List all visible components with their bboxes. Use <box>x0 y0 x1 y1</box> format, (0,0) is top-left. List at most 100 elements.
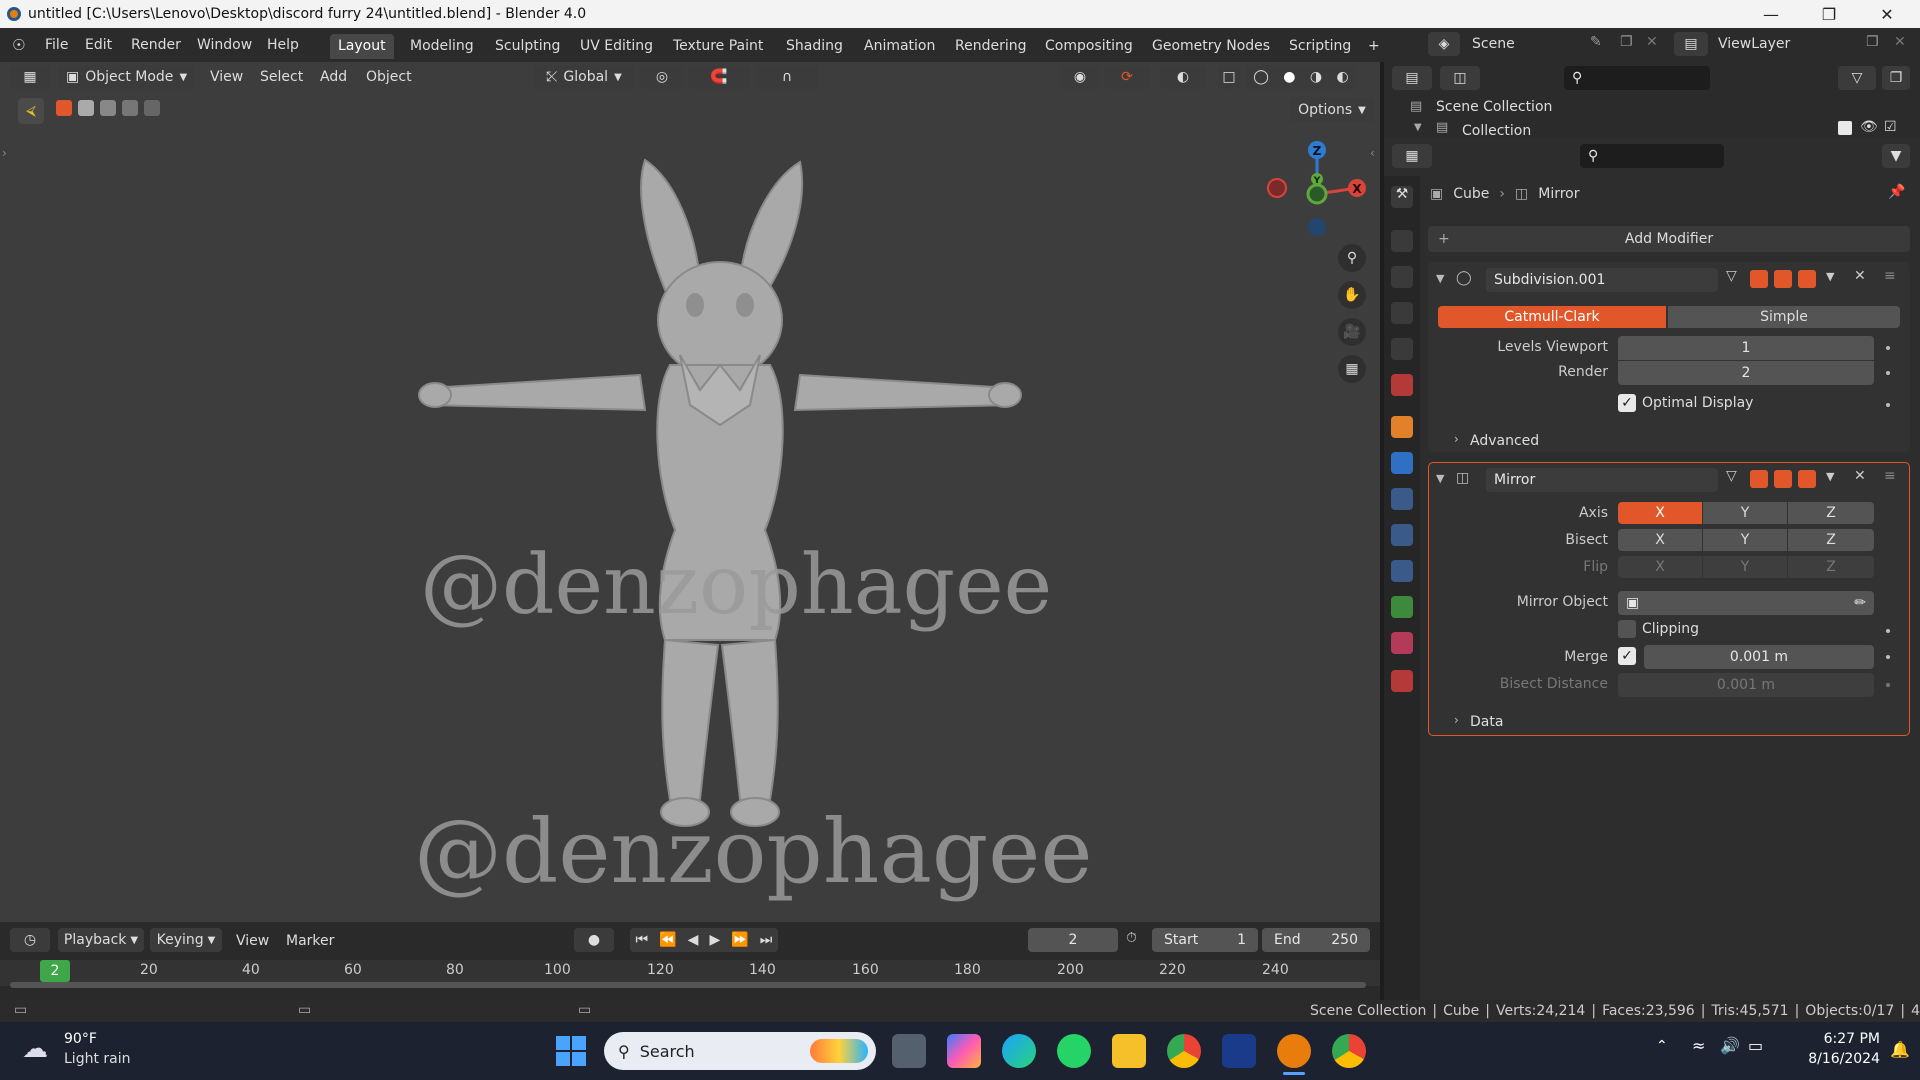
bisect-distance-field[interactable]: 0.001 m <box>1618 673 1874 697</box>
remove-viewlayer-icon[interactable]: ✕ <box>1894 34 1906 50</box>
drag-handle-icon[interactable]: ≡ <box>1884 468 1896 484</box>
edge-icon[interactable] <box>1002 1034 1036 1068</box>
notification-bell-icon[interactable]: 🔔 <box>1890 1040 1910 1059</box>
current-frame-field[interactable]: 2 <box>1028 928 1118 952</box>
particles-tab-icon[interactable] <box>1391 488 1413 510</box>
keyframe-dot[interactable] <box>1886 346 1890 350</box>
weather-desc[interactable]: Light rain <box>64 1051 131 1067</box>
on-cage-icon[interactable]: ▽ <box>1726 468 1737 484</box>
character-model[interactable] <box>400 150 1040 850</box>
neg-x-axis-icon[interactable] <box>1267 178 1287 198</box>
close-button[interactable]: ✕ <box>1864 0 1910 28</box>
show-hidden-icons[interactable]: ⌃ <box>1656 1038 1668 1054</box>
chrome-icon[interactable] <box>1167 1034 1201 1068</box>
axis-x-toggle[interactable]: X <box>1618 502 1702 524</box>
scene-collection-label[interactable]: Scene Collection <box>1436 99 1552 115</box>
modifier-tab-icon[interactable] <box>1391 452 1413 474</box>
volume-icon[interactable]: 🔊 <box>1720 1036 1740 1055</box>
minimize-button[interactable]: — <box>1748 0 1794 28</box>
collapse-icon[interactable]: ▼ <box>1436 272 1444 285</box>
capcut-icon[interactable] <box>1222 1034 1256 1068</box>
select-invert-icon[interactable] <box>122 100 138 116</box>
keyframe-dot[interactable] <box>1886 403 1890 407</box>
keyframe-dot[interactable] <box>1886 655 1890 659</box>
output-tab-icon[interactable] <box>1391 266 1413 288</box>
pin-scene-icon[interactable]: ✎ <box>1590 34 1602 50</box>
filter-icon[interactable]: ▽ <box>1838 66 1876 90</box>
rendered-shading-icon[interactable]: ◐ <box>1337 69 1349 85</box>
remove-modifier-icon[interactable]: ✕ <box>1854 468 1866 484</box>
world-tab-icon[interactable] <box>1391 374 1413 396</box>
keying-dropdown[interactable]: Keying ▼ <box>150 928 222 952</box>
viewport-menu-object[interactable]: Object <box>362 66 416 88</box>
properties-editor-type-icon[interactable]: ▦ <box>1392 144 1432 168</box>
outliner-editor-type-icon[interactable]: ▤ <box>1392 66 1432 90</box>
edit-mode-toggle-icon[interactable] <box>1750 270 1768 288</box>
collection-expand-icon[interactable]: ▼ <box>1414 122 1422 133</box>
select-extend-icon[interactable] <box>78 100 94 116</box>
timeline-menu-marker[interactable]: Marker <box>282 930 338 952</box>
menu-help[interactable]: Help <box>260 34 306 56</box>
options-dropdown[interactable]: Options ▼ <box>1290 98 1374 122</box>
tab-modeling[interactable]: Modeling <box>402 34 482 59</box>
snap-icon[interactable]: 🧲 <box>688 65 750 89</box>
viewlayer-browse-icon[interactable]: ▤ <box>1674 32 1708 56</box>
remove-scene-icon[interactable]: ✕ <box>1646 34 1658 50</box>
properties-search-input[interactable]: ⚲ <box>1580 144 1724 168</box>
whatsapp-icon[interactable] <box>1057 1034 1091 1068</box>
mirror-object-field[interactable]: ▣ ✏ <box>1618 591 1874 615</box>
data-subpanel[interactable]: Data <box>1470 714 1503 730</box>
tool-tab-icon[interactable]: ⚒ <box>1391 186 1413 208</box>
weather-cloud-icon[interactable]: ☁ <box>22 1034 48 1064</box>
transform-orientation-dropdown[interactable]: ⤪ Global ▼ <box>534 65 634 89</box>
physics-tab-icon[interactable] <box>1391 524 1413 546</box>
bisect-x-toggle[interactable]: X <box>1618 529 1702 551</box>
clipping-label[interactable]: Clipping <box>1642 621 1699 637</box>
tab-animation[interactable]: Animation <box>856 34 943 59</box>
keyframe-dot[interactable] <box>1886 371 1890 375</box>
view-layer-tab-icon[interactable] <box>1391 302 1413 324</box>
timeline-menu-view[interactable]: View <box>232 930 273 952</box>
tab-geometry-nodes[interactable]: Geometry Nodes <box>1144 34 1278 59</box>
pivot-point-icon[interactable]: ◎ <box>640 65 684 89</box>
material-shading-icon[interactable]: ◑ <box>1310 69 1322 85</box>
wireframe-shading-icon[interactable]: ◯ <box>1253 69 1269 85</box>
menu-window[interactable]: Window <box>190 34 259 56</box>
bisect-z-toggle[interactable]: Z <box>1788 529 1874 551</box>
new-viewlayer-icon[interactable]: ❐ <box>1866 34 1879 50</box>
material-tab-icon[interactable] <box>1391 632 1413 654</box>
scene-browse-icon[interactable]: ◈ <box>1428 32 1460 56</box>
neg-y-axis-icon[interactable] <box>1306 183 1328 205</box>
battery-icon[interactable]: ▭ <box>1748 1036 1763 1055</box>
outliner-search-input[interactable]: ⚲ <box>1564 66 1710 90</box>
next-keyframe-icon[interactable]: ⏩ <box>731 932 748 948</box>
render-toggle-icon[interactable] <box>1798 270 1816 288</box>
new-collection-icon[interactable]: ❐ <box>1882 66 1910 90</box>
visibility-icon[interactable]: ◉ <box>1060 65 1100 89</box>
autokey-record-icon[interactable]: ● <box>574 928 614 952</box>
optimal-display-label[interactable]: Optimal Display <box>1642 395 1753 411</box>
select-intersect-icon[interactable] <box>144 100 160 116</box>
collection-checkbox[interactable] <box>1838 121 1852 135</box>
add-modifier-button[interactable]: + Add Modifier <box>1428 226 1910 252</box>
mirror-name-input[interactable]: Mirror <box>1486 468 1718 492</box>
keyframe-dot[interactable] <box>1886 629 1890 633</box>
tab-layout[interactable]: Layout <box>330 34 394 59</box>
render-camera-icon[interactable]: ☑ <box>1884 119 1897 135</box>
pin-icon[interactable]: 📌 <box>1888 184 1905 200</box>
tab-compositing[interactable]: Compositing <box>1037 34 1141 59</box>
flip-x-toggle[interactable]: X <box>1618 556 1702 578</box>
blender-menu-icon[interactable]: ☉ <box>12 36 32 54</box>
collection-label[interactable]: Collection <box>1462 123 1531 137</box>
advanced-expand-icon[interactable]: › <box>1454 432 1459 446</box>
navigation-gizmo[interactable]: X Z Y <box>1260 132 1380 242</box>
scene-tab-icon[interactable] <box>1391 338 1413 360</box>
viewport-toggle-icon[interactable] <box>1774 470 1792 488</box>
select-new-icon[interactable] <box>56 100 72 116</box>
catmull-clark-button[interactable]: Catmull-Clark <box>1438 306 1666 328</box>
camera-view-icon[interactable]: 🎥 <box>1338 318 1366 346</box>
playback-dropdown[interactable]: Playback ▼ <box>58 928 144 952</box>
render-toggle-icon[interactable] <box>1798 470 1816 488</box>
ortho-grid-icon[interactable]: ▦ <box>1338 355 1366 383</box>
flip-z-toggle[interactable]: Z <box>1788 556 1874 578</box>
